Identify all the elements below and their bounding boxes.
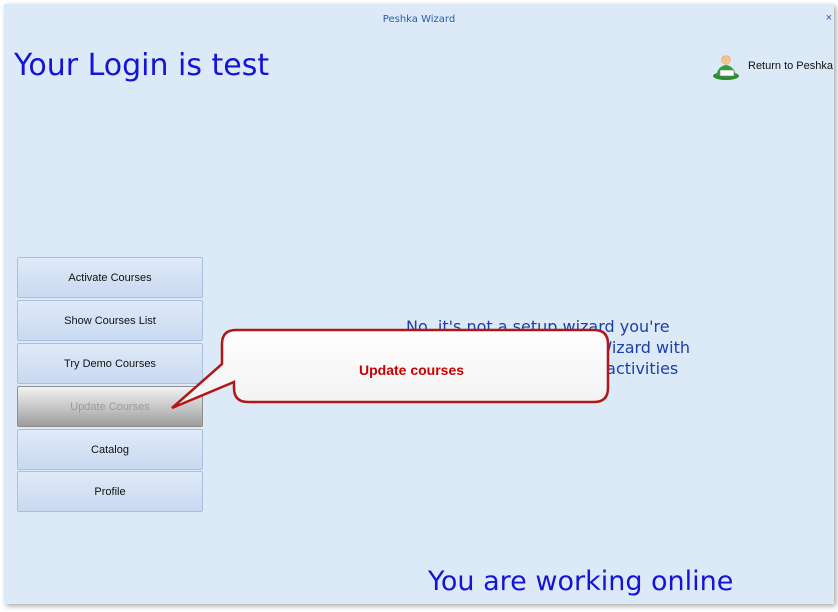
callout-text: Update courses [359,362,465,378]
wizard-window: Peshka Wizard × Your Login is test Retur… [4,4,834,604]
connection-status: You are working online [428,566,734,597]
callout-bubble [171,328,610,410]
